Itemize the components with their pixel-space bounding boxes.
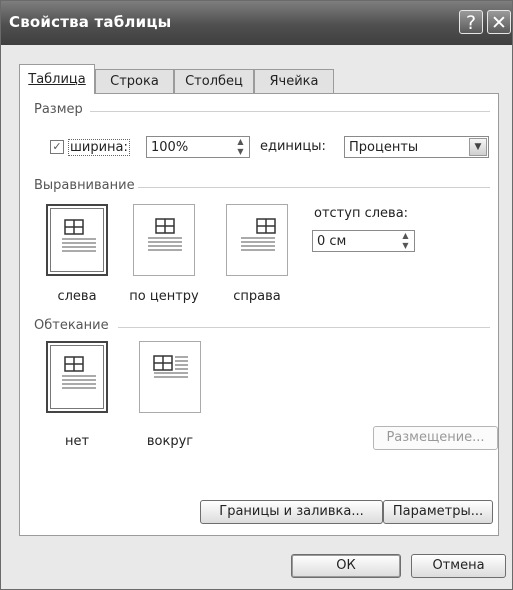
spinner-arrows-icon[interactable]: ▲ ▼ xyxy=(397,231,414,251)
section-divider xyxy=(138,187,490,188)
wrap-none-option[interactable] xyxy=(46,341,108,413)
chevron-down-icon[interactable]: ▼ xyxy=(469,138,487,156)
section-label-size: Размер xyxy=(34,102,83,117)
wrap-none-label: нет xyxy=(64,434,90,449)
tab-label: Столбец xyxy=(185,74,243,89)
options-button[interactable]: Параметры... xyxy=(383,500,493,524)
check-icon: ✓ xyxy=(52,140,62,153)
wrap-around-icon xyxy=(153,355,188,378)
borders-shading-button[interactable]: Границы и заливка... xyxy=(200,500,383,524)
indent-field[interactable]: 0 см ▲ ▼ xyxy=(312,230,415,252)
align-center-icon xyxy=(148,218,182,251)
units-label: единицы: xyxy=(260,139,326,154)
align-right-icon xyxy=(241,218,276,251)
tab-panel-table: Размер ✓ ширина: 100% ▲ ▼ единицы: Проце… xyxy=(19,93,499,536)
spinner-arrows-icon[interactable]: ▲ ▼ xyxy=(232,137,249,157)
width-field[interactable]: 100% ▲ ▼ xyxy=(146,136,250,158)
positioning-button[interactable]: Размещение... xyxy=(373,426,498,450)
window-title: Свойства таблицы xyxy=(9,13,172,31)
section-label-wrapping: Обтекание xyxy=(34,318,109,333)
section-divider xyxy=(118,327,490,328)
section-label-alignment: Выравнивание xyxy=(34,178,135,193)
spin-down-icon[interactable]: ▼ xyxy=(232,147,249,167)
close-icon[interactable]: ✕ xyxy=(487,10,511,34)
align-left-label: слева xyxy=(57,289,97,304)
tab-label: Ячейка xyxy=(269,74,319,89)
tab-row[interactable]: Строка xyxy=(95,69,174,93)
tab-label: Строка xyxy=(110,74,159,89)
width-checkbox[interactable]: ✓ xyxy=(50,140,64,154)
spin-down-icon[interactable]: ▼ xyxy=(397,241,414,261)
table-properties-dialog: Свойства таблицы ? ✕ Таблица Строка Стол… xyxy=(0,0,513,590)
width-value: 100% xyxy=(151,140,189,155)
wrap-around-label: вокруг xyxy=(146,434,194,449)
wrap-around-option[interactable] xyxy=(139,341,201,413)
units-value: Проценты xyxy=(349,140,419,155)
indent-label: отступ слева: xyxy=(314,206,409,221)
align-center-option[interactable] xyxy=(133,204,195,276)
indent-value: 0 см xyxy=(317,234,347,249)
wrap-none-icon xyxy=(62,356,96,389)
title-bar[interactable]: Свойства таблицы ? ✕ xyxy=(1,1,512,45)
help-icon[interactable]: ? xyxy=(459,10,483,34)
tab-cell[interactable]: Ячейка xyxy=(254,69,334,93)
tab-table[interactable]: Таблица xyxy=(19,64,95,94)
tab-label: Таблица xyxy=(28,72,86,87)
width-checkbox-label[interactable]: ширина: xyxy=(68,139,130,156)
cancel-button[interactable]: Отмена xyxy=(411,554,506,578)
section-divider xyxy=(90,111,490,112)
tab-column[interactable]: Столбец xyxy=(174,69,254,93)
ok-button[interactable]: ОК xyxy=(291,554,401,578)
align-left-option[interactable] xyxy=(46,204,108,276)
align-center-label: по центру xyxy=(129,289,199,304)
align-right-option[interactable] xyxy=(226,204,288,276)
units-select[interactable]: Проценты ▼ xyxy=(344,136,489,158)
align-right-label: справа xyxy=(233,289,281,304)
align-left-icon xyxy=(62,219,96,252)
